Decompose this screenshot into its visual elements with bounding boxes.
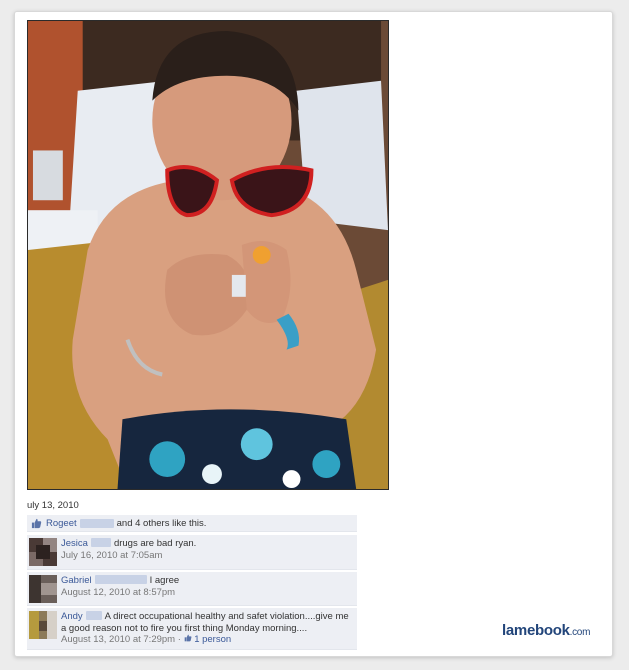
comment-text: drugs are bad ryan. [113, 538, 197, 549]
comment-author-link[interactable]: Andy [61, 611, 83, 622]
post-card: uly 13, 2010 Rogeet and 4 others like th… [14, 11, 613, 657]
avatar[interactable] [29, 575, 57, 603]
likes-bar: Rogeet and 4 others like this. [27, 515, 357, 532]
avatar[interactable] [29, 611, 57, 639]
avatar[interactable] [29, 538, 57, 566]
comment-author-link[interactable]: Gabriel [61, 575, 92, 586]
watermark-domain: .com [569, 627, 591, 638]
comment-body: Gabriel I agree August 12, 2010 at 8:57pm [61, 575, 351, 598]
comment-text: I agree [149, 575, 180, 586]
redacted-name [90, 538, 111, 547]
comment-timestamp[interactable]: July 16, 2010 at 7:05am [61, 550, 351, 562]
comment-timestamp[interactable]: August 13, 2010 at 7:29pm [61, 634, 175, 645]
thumbs-up-icon [31, 518, 42, 529]
post-date: uly 13, 2010 [27, 500, 79, 511]
comment-author-link[interactable]: Jesica [61, 538, 88, 549]
like-name-link[interactable]: Rogeet [46, 518, 77, 529]
likes-text: and 4 others like this. [116, 517, 207, 529]
comment-item: Andy A direct occupational healthy and sa… [27, 608, 357, 650]
watermark-brand: lamebook [502, 622, 570, 639]
redacted-name [79, 518, 114, 528]
comment-body: Jesica drugs are bad ryan. July 16, 2010 … [61, 538, 351, 561]
comment-like-count[interactable]: 1 person [194, 634, 231, 645]
comment-body: Andy A direct occupational healthy and sa… [61, 611, 351, 646]
lamebook-watermark: lamebook.com [502, 622, 590, 639]
comment-text: A direct occupational healthy and safet … [61, 611, 349, 634]
redacted-name [94, 575, 147, 584]
comment-meta: August 13, 2010 at 7:29pm · 1 person [61, 634, 351, 646]
comment-item: Jesica drugs are bad ryan. July 16, 2010 … [27, 535, 357, 570]
thumbs-up-icon [184, 634, 192, 642]
redacted-name [85, 611, 102, 620]
post-photo[interactable] [27, 20, 389, 490]
comment-timestamp[interactable]: August 12, 2010 at 8:57pm [61, 587, 351, 599]
comment-item: Gabriel I agree August 12, 2010 at 8:57pm [27, 572, 357, 606]
